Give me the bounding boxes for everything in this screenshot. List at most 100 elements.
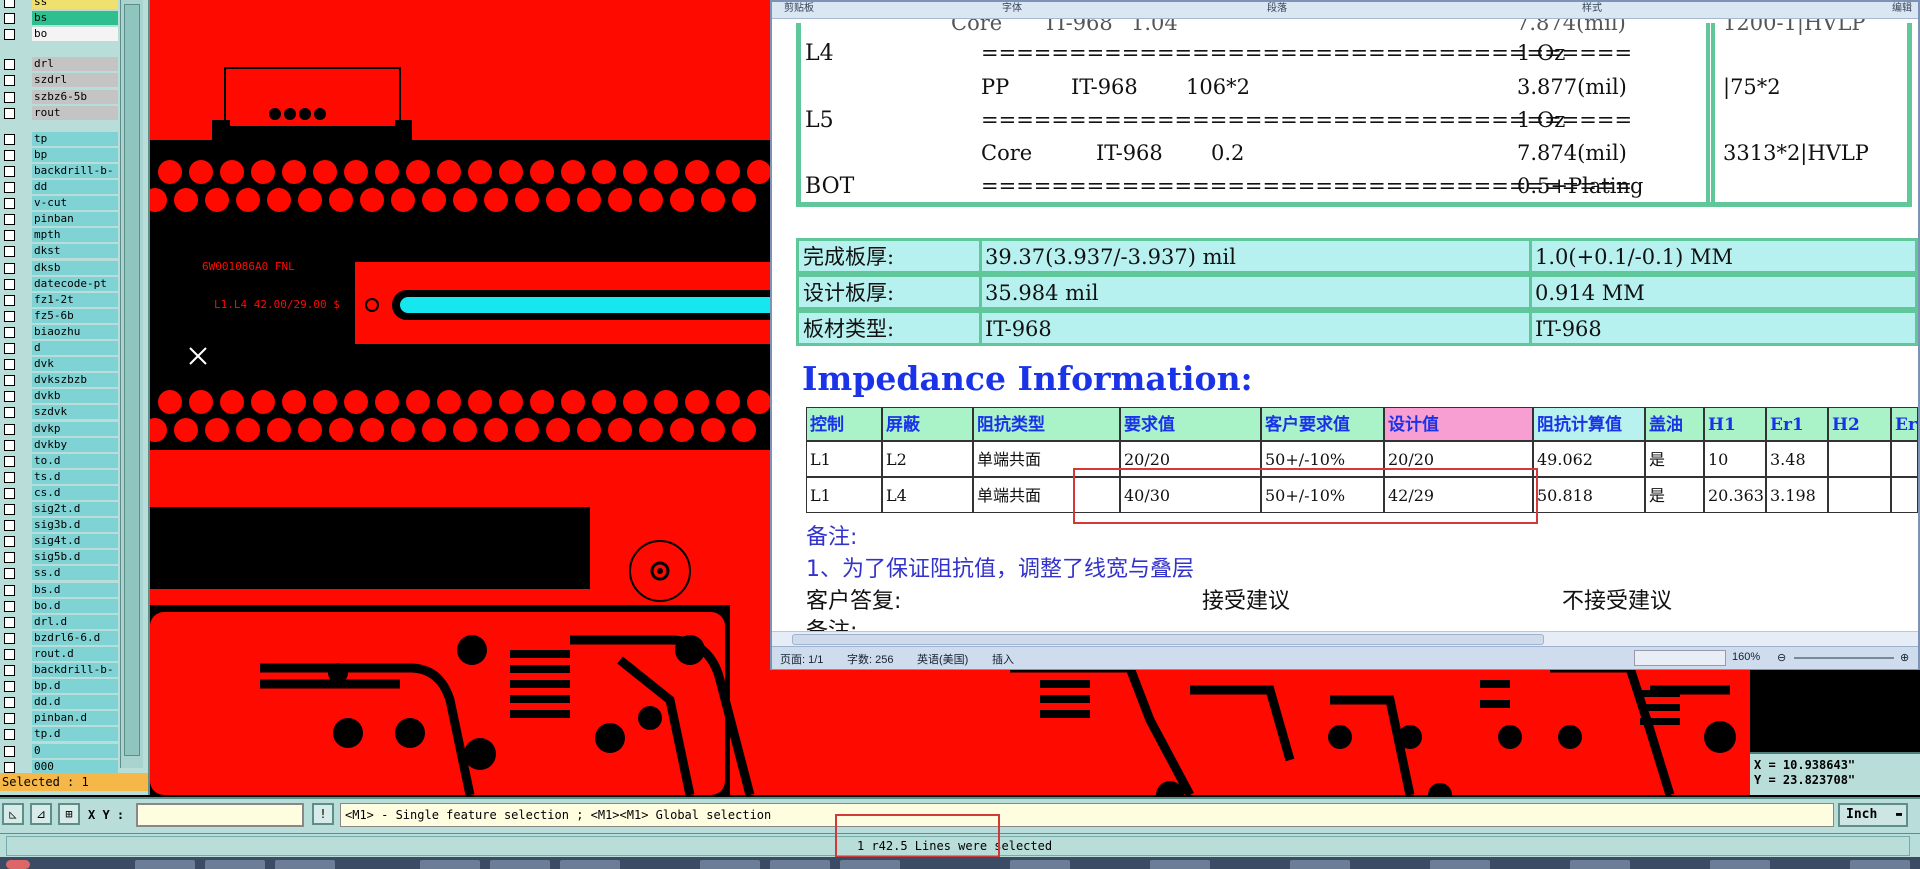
layer-name[interactable]: to.d bbox=[32, 453, 118, 468]
layer-row[interactable]: backdrill-b- bbox=[0, 163, 118, 179]
layer-checkbox[interactable] bbox=[4, 423, 15, 435]
layer-row[interactable]: d bbox=[0, 340, 118, 356]
layer-row[interactable]: drl.d bbox=[0, 614, 118, 630]
layer-name[interactable]: fz1-2t bbox=[32, 292, 118, 307]
layer-name[interactable]: bo.d bbox=[32, 598, 118, 613]
layer-row[interactable]: sig4t.d bbox=[0, 533, 118, 549]
layer-row[interactable]: datecode-pt bbox=[0, 276, 118, 292]
layer-name[interactable]: szbz6-5b bbox=[32, 89, 118, 104]
layer-name[interactable]: pinban bbox=[32, 212, 118, 227]
layer-name[interactable]: drl.d bbox=[32, 614, 118, 629]
layer-checkbox[interactable] bbox=[4, 246, 15, 258]
layer-scroll-thumb[interactable] bbox=[124, 4, 140, 756]
layer-checkbox[interactable] bbox=[4, 520, 15, 532]
layer-row[interactable]: rout.d bbox=[0, 646, 118, 662]
layer-row[interactable]: drl bbox=[0, 56, 118, 72]
layer-checkbox[interactable] bbox=[4, 375, 15, 387]
taskbar-item[interactable] bbox=[700, 860, 760, 869]
layer-name[interactable]: v-cut bbox=[32, 196, 118, 211]
layer-row[interactable]: bzdrl6-6.d bbox=[0, 630, 118, 646]
layer-name[interactable]: dvkb bbox=[32, 389, 118, 404]
layer-name[interactable]: tp.d bbox=[32, 727, 118, 742]
layer-row[interactable]: dvk bbox=[0, 356, 118, 372]
layer-row[interactable]: szdvk bbox=[0, 404, 118, 420]
measure-icon[interactable]: ⊿ bbox=[30, 803, 52, 825]
layer-checkbox[interactable] bbox=[4, 343, 15, 354]
layer-row[interactable]: rout bbox=[0, 105, 118, 121]
layer-checkbox[interactable] bbox=[4, 262, 15, 274]
units-select[interactable]: Inch ▬ bbox=[1838, 803, 1908, 827]
layer-row[interactable]: cs.d bbox=[0, 485, 118, 501]
taskbar-item[interactable] bbox=[560, 860, 620, 869]
layer-row[interactable]: dksb bbox=[0, 260, 118, 276]
taskbar-item[interactable] bbox=[1150, 860, 1210, 869]
layer-checkbox[interactable] bbox=[4, 681, 15, 693]
layer-checkbox[interactable] bbox=[4, 391, 15, 403]
layer-name[interactable]: 0 bbox=[32, 743, 118, 758]
layer-checkbox[interactable] bbox=[4, 29, 15, 41]
layer-checkbox[interactable] bbox=[4, 182, 15, 193]
taskbar-item[interactable] bbox=[1010, 860, 1070, 869]
layer-name[interactable]: dd.d bbox=[32, 695, 118, 710]
reject-option[interactable]: 不接受建议 bbox=[1562, 583, 1672, 615]
layer-row[interactable]: v-cut bbox=[0, 195, 118, 211]
layer-checkbox[interactable] bbox=[4, 632, 15, 644]
layer-name[interactable]: bo bbox=[32, 27, 118, 42]
layer-name[interactable]: dvkp bbox=[32, 421, 118, 436]
layer-name[interactable]: 000 bbox=[32, 759, 118, 774]
layer-checkbox[interactable] bbox=[4, 359, 15, 371]
layer-row[interactable]: dvkby bbox=[0, 437, 118, 453]
layer-row[interactable]: pinban.d bbox=[0, 710, 118, 726]
layer-checkbox[interactable] bbox=[4, 584, 15, 596]
layer-name[interactable]: bs bbox=[32, 11, 118, 26]
layer-scrollbar[interactable] bbox=[120, 0, 143, 768]
layer-row[interactable]: bo bbox=[0, 26, 118, 42]
layer-row[interactable]: sig5b.d bbox=[0, 549, 118, 565]
layer-checkbox[interactable] bbox=[4, 198, 15, 210]
layer-checkbox[interactable] bbox=[4, 697, 15, 709]
zoom-in-icon[interactable]: ⊕ bbox=[1900, 651, 1909, 664]
status-insert-mode[interactable]: 插入 bbox=[992, 651, 1014, 667]
taskbar-item[interactable] bbox=[1570, 860, 1630, 869]
layer-checkbox[interactable] bbox=[4, 665, 15, 676]
layer-checkbox[interactable] bbox=[4, 75, 15, 87]
layer-name[interactable]: sig2t.d bbox=[32, 502, 118, 516]
layer-row[interactable]: dvkszbzb bbox=[0, 372, 118, 388]
layer-checkbox[interactable] bbox=[4, 504, 15, 515]
taskbar-item[interactable] bbox=[205, 860, 265, 869]
layer-name[interactable]: fz5-6b bbox=[32, 308, 118, 323]
layer-row[interactable]: biaozhu bbox=[0, 324, 118, 340]
taskbar-item[interactable] bbox=[770, 860, 830, 869]
layer-name[interactable]: szdrl bbox=[32, 73, 118, 88]
layer-name[interactable]: rout bbox=[32, 105, 118, 120]
doc-horizontal-scrollbar[interactable] bbox=[772, 631, 1918, 646]
layer-checkbox[interactable] bbox=[4, 552, 15, 564]
layer-row[interactable]: ts.d bbox=[0, 469, 118, 485]
layer-row[interactable]: dvkp bbox=[0, 421, 118, 437]
layer-checkbox[interactable] bbox=[4, 536, 15, 548]
layer-name[interactable]: dvkby bbox=[32, 437, 118, 452]
layer-row[interactable]: tp bbox=[0, 131, 118, 147]
layer-name[interactable]: sig5b.d bbox=[32, 550, 118, 565]
layer-row[interactable]: bs.d bbox=[0, 582, 118, 598]
doc-scroll-thumb[interactable] bbox=[792, 634, 1544, 645]
ribbon-clipboard[interactable]: 剪贴板 bbox=[784, 2, 814, 16]
layer-name[interactable]: backdrill-b- bbox=[32, 163, 118, 178]
layer-checkbox[interactable] bbox=[4, 745, 15, 757]
layer-name[interactable]: biaozhu bbox=[32, 324, 118, 339]
zoom-level[interactable]: 160% bbox=[1732, 651, 1760, 663]
layer-row[interactable]: sig2t.d bbox=[0, 501, 118, 517]
layer-checkbox[interactable] bbox=[4, 107, 15, 119]
layer-name[interactable]: dksb bbox=[32, 260, 118, 275]
layer-name[interactable]: bzdrl6-6.d bbox=[32, 630, 118, 645]
layer-name[interactable]: tp bbox=[32, 131, 118, 146]
taskbar-item[interactable] bbox=[490, 860, 550, 869]
layer-checkbox[interactable] bbox=[4, 59, 15, 71]
layer-checkbox[interactable] bbox=[4, 648, 15, 660]
layer-row[interactable]: bs bbox=[0, 10, 118, 26]
layer-checkbox[interactable] bbox=[4, 487, 15, 499]
snap-icon[interactable]: ◺ bbox=[2, 803, 24, 825]
layer-checkbox[interactable] bbox=[4, 439, 15, 451]
layer-checkbox[interactable] bbox=[4, 149, 15, 161]
view-mode-buttons[interactable] bbox=[1634, 650, 1726, 666]
